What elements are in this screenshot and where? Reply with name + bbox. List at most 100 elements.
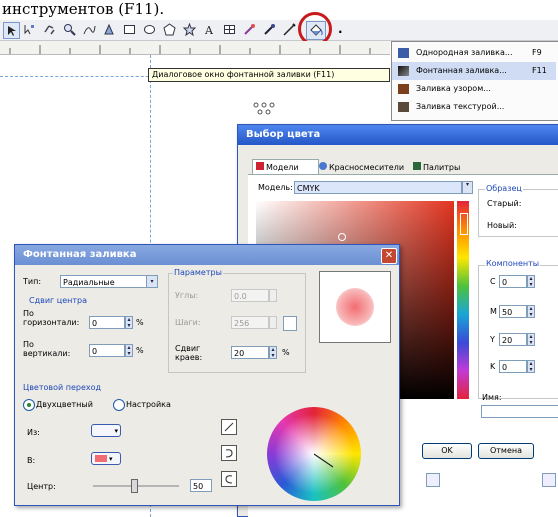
angle-input[interactable]: 0.0: [231, 289, 269, 302]
parameters-label: Параметры: [173, 268, 223, 277]
eyedropper-button-icon[interactable]: [426, 473, 440, 487]
old-color-label: Старый:: [487, 199, 522, 208]
ok-button[interactable]: OK: [422, 443, 472, 459]
name-label: Имя:: [482, 393, 502, 402]
custom-label: Настройка: [126, 400, 171, 409]
black-spinner[interactable]: ▴ ▾: [527, 360, 535, 373]
from-color-picker[interactable]: ▾: [91, 424, 121, 437]
horizontal-percent-label: %: [136, 318, 144, 327]
fountain-fill-label: Фонтанная заливка...: [416, 66, 507, 75]
tab-models[interactable]: Модели: [252, 159, 319, 175]
black-input[interactable]: 0: [499, 360, 527, 373]
type-select[interactable]: Радиальные: [60, 275, 147, 288]
direct-path-icon[interactable]: [221, 419, 237, 435]
color-picker-title: Выбор цвета: [238, 125, 558, 145]
vertical-offset-input[interactable]: 0: [89, 344, 125, 357]
steps-lock-icon[interactable]: [283, 316, 297, 331]
clockwise-path-icon[interactable]: [221, 445, 237, 461]
tab-palettes[interactable]: Палитры: [410, 161, 483, 174]
midpoint-input[interactable]: 50: [190, 479, 212, 492]
color-field-marker[interactable]: [338, 233, 346, 241]
interactive-tool-icon[interactable]: [242, 22, 257, 37]
pick-tool-icon[interactable]: [3, 22, 20, 39]
menu-item-texture-fill[interactable]: Заливка текстурой...: [392, 98, 556, 116]
cyan-spinner[interactable]: ▴ ▾: [527, 275, 535, 288]
menu-item-fountain-fill[interactable]: Фонтанная заливка... F11: [392, 62, 556, 80]
svg-text:A: A: [204, 24, 214, 37]
black-label: K: [490, 362, 496, 371]
shape-tool-icon[interactable]: [22, 22, 37, 37]
to-color-picker[interactable]: ▾: [91, 452, 121, 465]
type-label: Тип:: [23, 277, 42, 286]
table-tool-icon[interactable]: [222, 22, 237, 37]
edge-pad-input[interactable]: 20: [231, 346, 269, 359]
type-select-arrow[interactable]: ▾: [146, 275, 158, 288]
uniform-fill-icon: [398, 48, 409, 58]
steps-input[interactable]: 256: [231, 316, 269, 329]
two-color-label: Двухцветный: [36, 400, 93, 409]
magenta-input[interactable]: 50: [499, 305, 527, 318]
model-select-arrow[interactable]: ▾: [462, 181, 473, 194]
toolbar-dot: .: [338, 22, 343, 36]
freehand-tool-icon[interactable]: [82, 22, 97, 37]
ruler-ticks: [9, 45, 371, 54]
polygon-tool-icon[interactable]: [162, 22, 177, 37]
selected-object[interactable]: [253, 102, 275, 116]
fill-flyout-menu: Однородная заливка... F9 Фонтанная залив…: [391, 41, 558, 121]
sample-label: Образец: [485, 184, 523, 193]
horizontal-offset-spinner[interactable]: ▴ ▾: [125, 316, 133, 329]
ellipse-tool-icon[interactable]: [142, 22, 157, 37]
hue-slider-thumb[interactable]: [460, 213, 468, 235]
magenta-label: M: [490, 307, 497, 316]
counterclockwise-path-icon[interactable]: [221, 471, 237, 487]
smart-fill-tool-icon[interactable]: [102, 22, 117, 37]
pattern-fill-icon: [398, 84, 409, 94]
to-color-label: В:: [27, 456, 36, 465]
angle-spinner[interactable]: [269, 289, 277, 302]
color-wheel[interactable]: [267, 407, 361, 501]
options-button-icon[interactable]: [542, 473, 556, 487]
zoom-tool-icon[interactable]: [62, 22, 77, 37]
basic-shapes-tool-icon[interactable]: [182, 22, 197, 37]
rectangle-tool-icon[interactable]: [122, 22, 137, 37]
color-wheel-path: [313, 453, 334, 468]
text-tool-icon[interactable]: A: [202, 22, 217, 37]
two-color-radio[interactable]: [23, 399, 35, 411]
cancel-button[interactable]: Отмена: [478, 443, 534, 459]
custom-radio[interactable]: [113, 399, 125, 411]
yellow-spinner[interactable]: ▴ ▾: [527, 333, 535, 346]
edge-pad-spinner[interactable]: ▴ ▾: [269, 346, 277, 359]
horizontal-offset-input[interactable]: 0: [89, 316, 125, 329]
magenta-spinner[interactable]: ▴ ▾: [527, 305, 535, 318]
fill-preview[interactable]: [319, 271, 391, 343]
yellow-input[interactable]: 20: [499, 333, 527, 346]
menu-item-uniform-fill[interactable]: Однородная заливка... F9: [392, 44, 556, 62]
menu-item-pattern-fill[interactable]: Заливка узором...: [392, 80, 556, 98]
name-input[interactable]: [481, 405, 558, 418]
fountain-fill-shortcut: F11: [532, 66, 547, 75]
fountain-fill-title: Фонтанная заливка: [15, 245, 399, 265]
vertical-offset-spinner[interactable]: ▴ ▾: [125, 344, 133, 357]
steps-spinner[interactable]: [269, 316, 277, 329]
mixers-tab-icon: [319, 162, 327, 170]
cyan-input[interactable]: 0: [499, 275, 527, 288]
yellow-label: Y: [490, 335, 495, 344]
close-icon[interactable]: ✕: [381, 248, 397, 264]
eyedropper-tool-icon[interactable]: [262, 22, 277, 37]
fountain-fill-icon: [398, 66, 409, 76]
pattern-fill-label: Заливка узором...: [416, 84, 491, 93]
crop-tool-icon[interactable]: [42, 22, 57, 37]
midpoint-slider-thumb[interactable]: [131, 479, 138, 493]
edge-pad-label: Сдвиг краев:: [175, 344, 203, 362]
center-offset-label: Сдвиг центра: [29, 296, 88, 305]
new-color-label: Новый:: [487, 221, 517, 230]
edge-pad-percent-label: %: [282, 348, 290, 357]
horizontal-ruler: [0, 41, 390, 55]
two-color-radio-dot: [27, 403, 31, 407]
model-select[interactable]: CMYK: [294, 181, 462, 194]
uniform-fill-label: Однородная заливка...: [416, 48, 513, 57]
palettes-tab-icon: [413, 162, 421, 170]
tab-mixers[interactable]: Красносмесители: [316, 161, 411, 174]
midpoint-label: Центр:: [27, 482, 56, 491]
outline-tool-icon[interactable]: [282, 22, 297, 37]
